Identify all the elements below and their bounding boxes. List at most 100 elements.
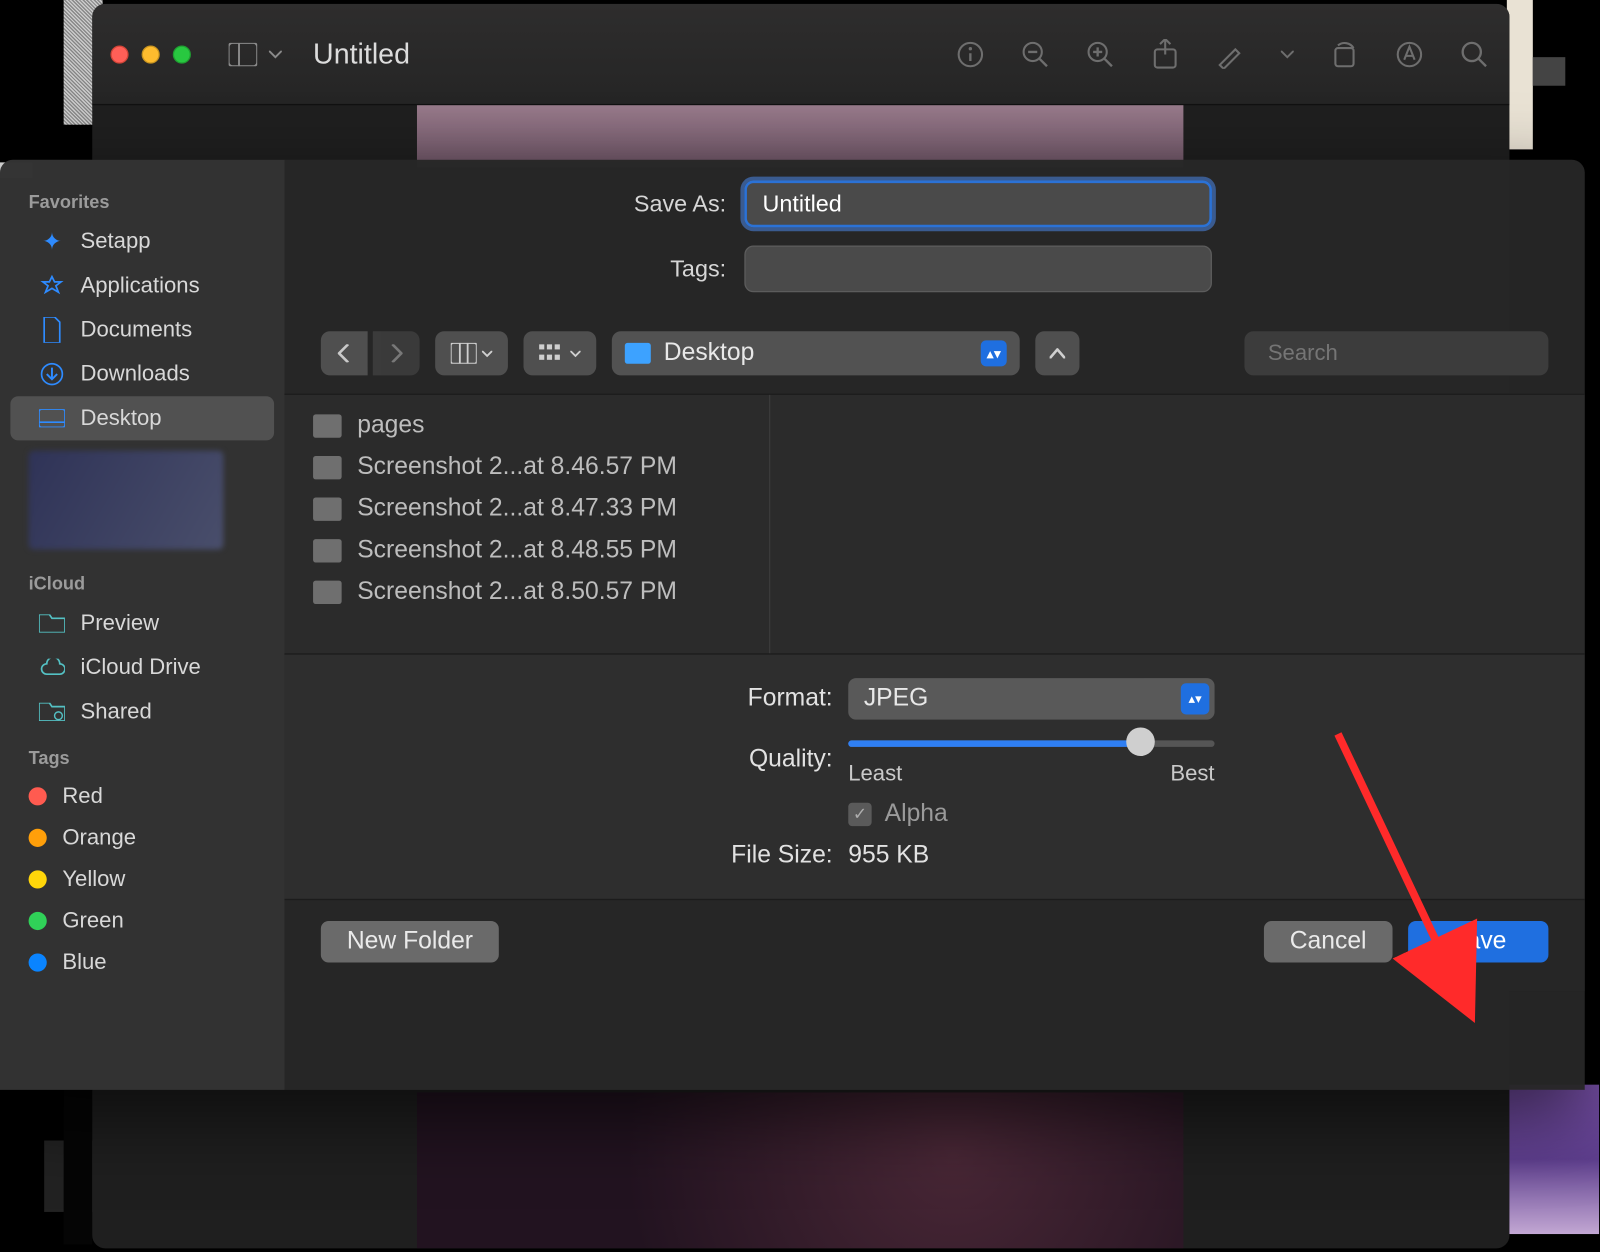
window-zoom-button[interactable] <box>173 45 191 63</box>
tag-dot-icon <box>29 787 47 805</box>
location-popup[interactable]: Desktop ▴▾ <box>612 331 1020 375</box>
quality-least-label: Least <box>848 761 902 787</box>
sidebar-item-label: Downloads <box>81 361 190 387</box>
tags-input[interactable] <box>744 246 1212 293</box>
new-folder-button[interactable]: New Folder <box>321 921 499 963</box>
sidebar-section-icloud: iCloud <box>0 560 284 602</box>
nav-back-button[interactable] <box>321 331 368 375</box>
downloads-icon <box>39 361 65 387</box>
sidebar-section-favorites: Favorites <box>0 178 284 220</box>
sidebar-item-downloads[interactable]: Downloads <box>10 352 274 396</box>
sidebar-tag-blue[interactable]: Blue <box>0 942 284 984</box>
applications-icon <box>39 273 65 299</box>
search-input[interactable] <box>1268 340 1555 366</box>
sidebar-item-documents[interactable]: Documents <box>10 308 274 352</box>
quality-best-label: Best <box>1170 761 1214 787</box>
file-name: Screenshot 2...at 8.50.57 PM <box>357 578 677 607</box>
slider-fill <box>848 740 1134 746</box>
format-popup[interactable]: JPEG ▴▾ <box>848 678 1214 720</box>
sidebar-tag-green[interactable]: Green <box>0 900 284 942</box>
background-decor <box>1507 0 1533 149</box>
slider-thumb[interactable] <box>1127 727 1156 756</box>
sidebar-tag-red[interactable]: Red <box>0 776 284 818</box>
sidebar-item-label: iCloud Drive <box>81 655 201 681</box>
nav-forward-button[interactable] <box>373 331 420 375</box>
sidebar-item-icloud-drive[interactable]: iCloud Drive <box>10 646 274 690</box>
rotate-icon[interactable] <box>1328 37 1362 71</box>
tag-label: Blue <box>62 950 106 976</box>
sidebar-item-label: Setapp <box>81 229 151 255</box>
image-file-icon <box>313 539 342 562</box>
tag-label: Yellow <box>62 866 125 892</box>
sidebar-tag-orange[interactable]: Orange <box>0 817 284 859</box>
background-decor <box>1506 1085 1600 1234</box>
sidebar-item-setapp[interactable]: ✦ Setapp <box>10 220 274 264</box>
file-column: pages Screenshot 2...at 8.46.57 PM Scree… <box>284 395 770 654</box>
tag-dot-icon <box>29 953 47 971</box>
highlight-icon[interactable] <box>1393 37 1427 71</box>
chevron-down-icon <box>482 350 492 356</box>
folder-icon <box>625 343 651 364</box>
share-icon[interactable] <box>1148 37 1182 71</box>
traffic-lights <box>110 45 191 63</box>
sidebar: Favorites ✦ Setapp Applications Document… <box>0 160 284 1090</box>
collapse-button[interactable] <box>1035 331 1079 375</box>
group-by-button[interactable] <box>523 331 596 375</box>
filesize-value: 955 KB <box>848 842 929 871</box>
tag-dot-icon <box>29 912 47 930</box>
file-name: pages <box>357 412 424 441</box>
background-decor <box>64 1089 93 1245</box>
window-minimize-button[interactable] <box>142 45 160 63</box>
format-label: Format: <box>321 685 833 714</box>
tag-label: Green <box>62 908 123 934</box>
info-icon[interactable] <box>953 37 987 71</box>
view-mode-button[interactable] <box>435 331 508 375</box>
sidebar-toggle-icon[interactable] <box>225 40 261 69</box>
setapp-icon: ✦ <box>39 229 65 255</box>
grid-icon <box>539 344 565 362</box>
file-row[interactable]: Screenshot 2...at 8.46.57 PM <box>284 447 769 489</box>
sidebar-item-desktop[interactable]: Desktop <box>10 396 274 440</box>
file-row[interactable]: pages <box>284 405 769 447</box>
file-row[interactable]: Screenshot 2...at 8.50.57 PM <box>284 572 769 614</box>
zoom-in-icon[interactable] <box>1083 37 1117 71</box>
background-decor <box>1533 57 1565 86</box>
documents-icon <box>39 317 65 343</box>
sidebar-item-preview[interactable]: Preview <box>10 601 274 645</box>
save-as-label: Save As: <box>321 190 726 217</box>
file-column-empty <box>770 395 1584 654</box>
document-image <box>417 1092 1183 1248</box>
sidebar-item-label: Applications <box>81 273 200 299</box>
updown-icon: ▴▾ <box>1181 683 1210 714</box>
file-row[interactable]: Screenshot 2...at 8.48.55 PM <box>284 530 769 572</box>
markup-icon[interactable] <box>1213 37 1247 71</box>
sidebar-item-label: Preview <box>81 611 160 637</box>
chevron-down-icon[interactable] <box>266 40 284 69</box>
sidebar-item-applications[interactable]: Applications <box>10 264 274 308</box>
file-name: Screenshot 2...at 8.48.55 PM <box>357 536 677 565</box>
chevron-down-icon <box>570 350 580 356</box>
updown-icon: ▴▾ <box>981 340 1007 366</box>
sidebar-tag-yellow[interactable]: Yellow <box>0 859 284 901</box>
zoom-out-icon[interactable] <box>1018 37 1052 71</box>
save-button[interactable]: Save <box>1408 921 1548 963</box>
window-close-button[interactable] <box>110 45 128 63</box>
image-file-icon <box>313 581 342 604</box>
tag-dot-icon <box>29 829 47 847</box>
file-row[interactable]: Screenshot 2...at 8.47.33 PM <box>284 488 769 530</box>
sidebar-item-label: Documents <box>81 317 193 343</box>
sidebar-section-tags: Tags <box>0 734 284 776</box>
quality-slider[interactable] <box>848 733 1214 754</box>
document-image <box>417 105 1183 167</box>
search-icon[interactable] <box>1457 37 1491 71</box>
folder-icon <box>39 611 65 637</box>
alpha-checkbox[interactable]: ✓ <box>848 803 871 826</box>
chevron-down-icon[interactable] <box>1278 37 1296 71</box>
format-value: JPEG <box>864 685 928 714</box>
tag-label: Red <box>62 783 103 809</box>
cancel-button[interactable]: Cancel <box>1264 921 1393 963</box>
sidebar-item-shared[interactable]: Shared <box>10 690 274 734</box>
desktop-icon <box>39 405 65 431</box>
save-as-input[interactable] <box>744 181 1212 228</box>
sidebar-item-label: Desktop <box>81 405 162 431</box>
